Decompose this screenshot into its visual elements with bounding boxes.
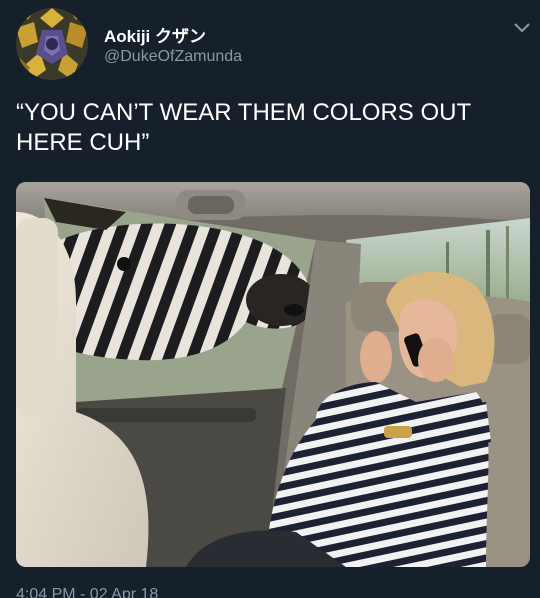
tweet-text: “YOU CAN’T WEAR THEM COLORS OUT HERE CUH… xyxy=(16,99,471,156)
photo-zebra-in-car xyxy=(16,182,530,567)
avatar[interactable] xyxy=(16,8,88,80)
timestamp[interactable]: 4:04 PM - 02 Apr 18 xyxy=(16,586,158,598)
display-name[interactable]: Aokiji クザン xyxy=(104,22,206,47)
tweet-card: Aokiji クザン @DukeOfZamunda “YOU CAN’T WEA… xyxy=(0,0,540,598)
chevron-down-icon[interactable] xyxy=(512,20,532,36)
tweet-photo[interactable] xyxy=(16,182,530,567)
user-handle[interactable]: @DukeOfZamunda xyxy=(104,48,242,66)
avatar-image xyxy=(16,8,88,80)
